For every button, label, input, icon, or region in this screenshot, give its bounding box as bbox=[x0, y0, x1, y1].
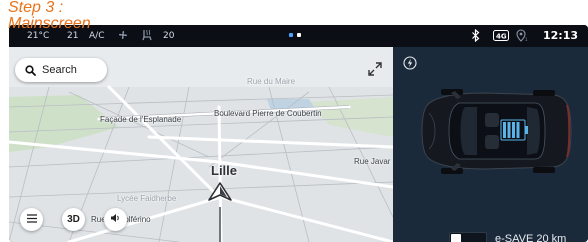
svg-text:4G: 4G bbox=[496, 33, 507, 41]
esave-label: e-SAVE 20 km bbox=[495, 233, 567, 242]
page-indicator bbox=[289, 33, 301, 37]
street-label: Façade de l'Esplanade bbox=[100, 115, 182, 124]
speaker-icon bbox=[110, 213, 121, 226]
sound-button[interactable] bbox=[104, 208, 127, 231]
step-name: Mainscreen bbox=[8, 15, 91, 32]
street-label: Lycée Faidherbe bbox=[117, 194, 177, 203]
fan-speed[interactable]: 20 bbox=[163, 30, 174, 42]
vehicle-position-arrow-icon bbox=[208, 182, 232, 206]
clock: 12:13 bbox=[542, 29, 578, 42]
search-button[interactable]: Search bbox=[15, 58, 107, 82]
menu-icon bbox=[26, 213, 37, 226]
svg-text:1: 1 bbox=[525, 37, 528, 42]
infotainment-screen: 21°C 21 A/C 20 4G 1 12:13 Rue du Maire F… bbox=[9, 25, 588, 242]
step-title: Step 3 : Mainscreen bbox=[8, 0, 138, 32]
location-icon: 1 bbox=[516, 29, 528, 42]
page-dot bbox=[297, 33, 301, 37]
expand-icon bbox=[368, 61, 382, 80]
esave-toggle-knob bbox=[451, 234, 461, 242]
search-label: Search bbox=[42, 64, 77, 76]
esave-toggle[interactable] bbox=[449, 232, 487, 242]
vehicle-energy-panel[interactable]: e-SAVE 20 km bbox=[393, 47, 588, 242]
search-icon bbox=[25, 61, 36, 80]
menu-button[interactable] bbox=[20, 208, 43, 231]
view-mode-button[interactable]: 3D bbox=[62, 208, 85, 231]
charging-icon[interactable] bbox=[403, 55, 417, 74]
street-label: Rue du Maire bbox=[247, 77, 296, 86]
city-label: Lille bbox=[211, 163, 238, 178]
seat-heating-icon[interactable] bbox=[141, 29, 153, 41]
expand-map-button[interactable] bbox=[364, 59, 386, 81]
bluetooth-icon bbox=[471, 29, 480, 42]
street-label: Rue Javar bbox=[354, 157, 391, 166]
page-dot-active bbox=[289, 33, 293, 37]
4g-signal-icon: 4G bbox=[493, 29, 509, 42]
esave-control[interactable]: e-SAVE 20 km bbox=[449, 232, 566, 242]
step-number: Step 3 : bbox=[8, 0, 64, 16]
navigation-map[interactable]: Rue du Maire Façade de l'Esplanade Boule… bbox=[9, 47, 393, 242]
street-label: Boulevard Pierre de Coubertin bbox=[214, 109, 322, 118]
vehicle-topview-image bbox=[415, 89, 575, 178]
